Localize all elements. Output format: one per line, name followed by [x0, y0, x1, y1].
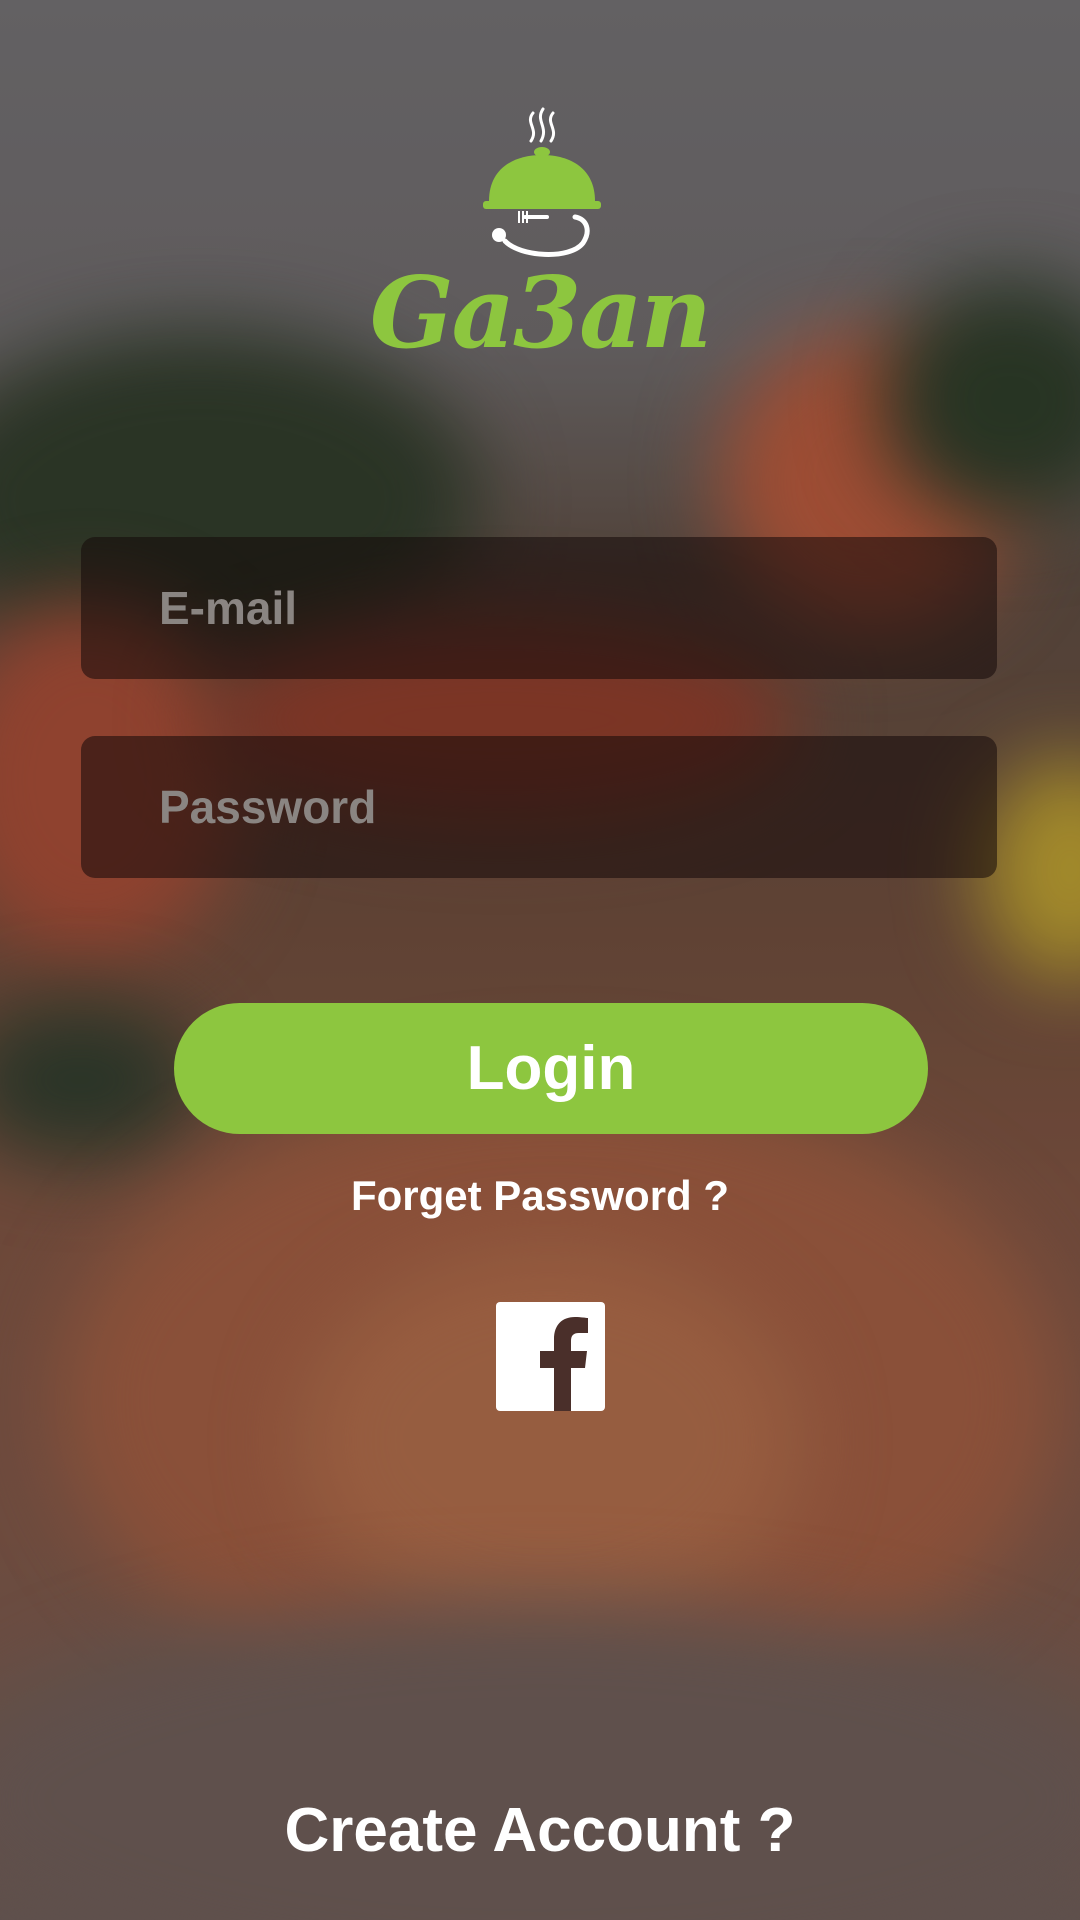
food-cloche-icon [483, 107, 601, 257]
create-account-link[interactable]: Create Account ? [0, 1795, 1080, 1866]
email-field-container [81, 537, 997, 679]
facebook-icon [496, 1302, 605, 1411]
brand-wordmark: Ga3an [369, 256, 712, 371]
forgot-password-link[interactable]: Forget Password ? [0, 1172, 1080, 1220]
app-logo: Ga3an [0, 105, 1080, 363]
login-button[interactable]: Login [174, 1003, 928, 1134]
password-field-container [81, 736, 997, 878]
facebook-login-button[interactable] [496, 1302, 605, 1411]
email-field[interactable] [81, 537, 997, 679]
password-field[interactable] [81, 736, 997, 878]
